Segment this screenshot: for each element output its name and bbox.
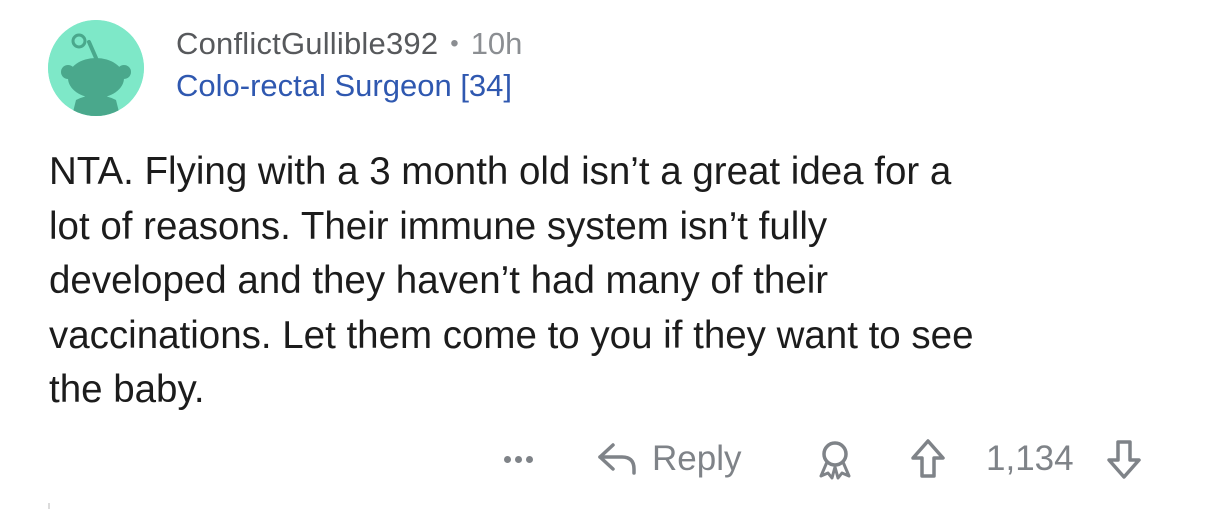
user-avatar[interactable] [48, 20, 144, 116]
comment-line: developed and they haven’t had many of t… [49, 259, 829, 303]
comment-body: NTA. Flying with a 3 month old isn’t a g… [49, 145, 1174, 418]
comment: ConflictGullible392 • 10h Colo-rectal Su… [0, 0, 1206, 509]
comment-line: vaccinations. Let them come to you if th… [49, 313, 974, 357]
comment-timestamp: 10h [470, 26, 523, 61]
downvote-button[interactable] [1106, 432, 1142, 486]
award-icon [819, 441, 851, 480]
comment-line: the baby. [49, 368, 205, 412]
comment-meta: ConflictGullible392 • 10h [176, 22, 522, 66]
divider-mark [48, 503, 50, 509]
reply-button[interactable]: Reply [596, 432, 741, 486]
meta-separator: • [450, 30, 459, 57]
upvote-arrow-icon [911, 439, 945, 478]
vote-score: 1,134 [986, 439, 1074, 478]
reddit-snoo-avatar-icon [48, 20, 144, 116]
username-link[interactable]: ConflictGullible392 [176, 26, 438, 62]
upvote-button[interactable] [910, 432, 946, 486]
award-button[interactable] [814, 432, 856, 486]
comment-line: NTA. Flying with a 3 month old isn’t a g… [49, 150, 952, 193]
reply-label: Reply [652, 439, 742, 478]
downvote-arrow-icon [1107, 440, 1141, 479]
user-flair: Colo-rectal Surgeon [34] [176, 68, 513, 103]
more-dots-icon [504, 455, 533, 463]
reply-arrow-icon [598, 443, 636, 475]
comment-actions: Reply 1,134 [490, 432, 1180, 486]
more-options-button[interactable] [504, 432, 533, 486]
comment-line: lot of reasons. Their immune system isn’… [49, 204, 828, 248]
